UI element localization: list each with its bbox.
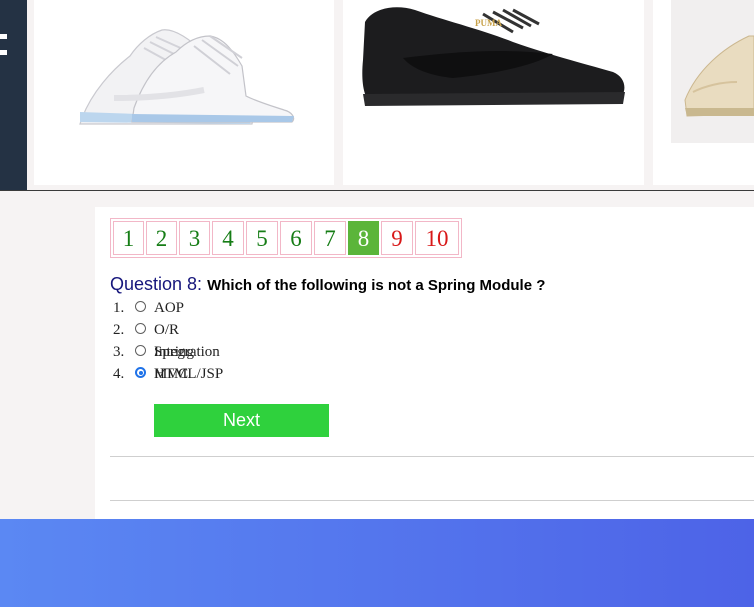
option-number: 1.	[113, 300, 125, 316]
carousel-prev-button[interactable]	[0, 0, 27, 190]
option-label[interactable]: HTML/JSP	[154, 363, 223, 385]
page-link-2[interactable]: 2	[146, 221, 177, 255]
black-sneaker-image: PUMA	[362, 7, 625, 106]
page-link-3[interactable]: 3	[179, 221, 210, 255]
page-link-6[interactable]: 6	[280, 221, 312, 255]
beige-sneaker-image	[684, 35, 754, 117]
question-heading: Question 8: Which of the following is no…	[110, 274, 545, 295]
product-card-white-sneaker[interactable]	[34, 0, 334, 185]
chevron-left-icon	[0, 30, 10, 60]
answer-options: 1. AOP 2. O/R Integration 3. Spring MVC …	[113, 297, 223, 385]
page-link-7[interactable]: 7	[314, 221, 346, 255]
option-row-1[interactable]: 1. AOP	[113, 297, 184, 319]
page-link-10[interactable]: 10	[415, 221, 459, 255]
radio-button[interactable]	[135, 345, 146, 356]
radio-button[interactable]	[135, 323, 146, 334]
next-button[interactable]: Next	[154, 404, 329, 437]
white-sneaker-image	[79, 29, 295, 125]
option-number: 4.	[113, 366, 125, 382]
question-label: Question 8:	[110, 274, 203, 294]
page-link-5[interactable]: 5	[246, 221, 278, 255]
question-text: Which of the following is not a Spring M…	[207, 277, 546, 294]
option-row-2[interactable]: 2. O/R Integration	[113, 319, 220, 360]
option-row-3[interactable]: 3. Spring MVC	[113, 341, 194, 382]
option-row-4[interactable]: 4. HTML/JSP	[113, 363, 223, 385]
footer-gradient-band	[0, 519, 754, 607]
option-number: 2.	[113, 322, 125, 338]
radio-button-selected[interactable]	[135, 367, 146, 378]
product-card-beige-sneaker[interactable]	[653, 0, 754, 185]
option-label[interactable]: AOP	[154, 297, 184, 319]
product-card-black-sneaker[interactable]: PUMA	[343, 0, 644, 185]
divider	[110, 500, 754, 501]
product-strip: PUMA	[0, 0, 754, 191]
page-link-9[interactable]: 9	[381, 221, 413, 255]
divider	[110, 456, 754, 457]
option-number: 3.	[113, 344, 125, 360]
puma-logo-text: PUMA	[475, 18, 502, 28]
question-pager: 1 2 3 4 5 6 7 8 9 10	[110, 218, 462, 258]
page-link-1[interactable]: 1	[113, 221, 144, 255]
quiz-panel: 1 2 3 4 5 6 7 8 9 10 Question 8: Which o…	[95, 207, 754, 519]
radio-button[interactable]	[135, 301, 146, 312]
page-link-8-current[interactable]: 8	[348, 221, 379, 255]
page-link-4[interactable]: 4	[212, 221, 244, 255]
